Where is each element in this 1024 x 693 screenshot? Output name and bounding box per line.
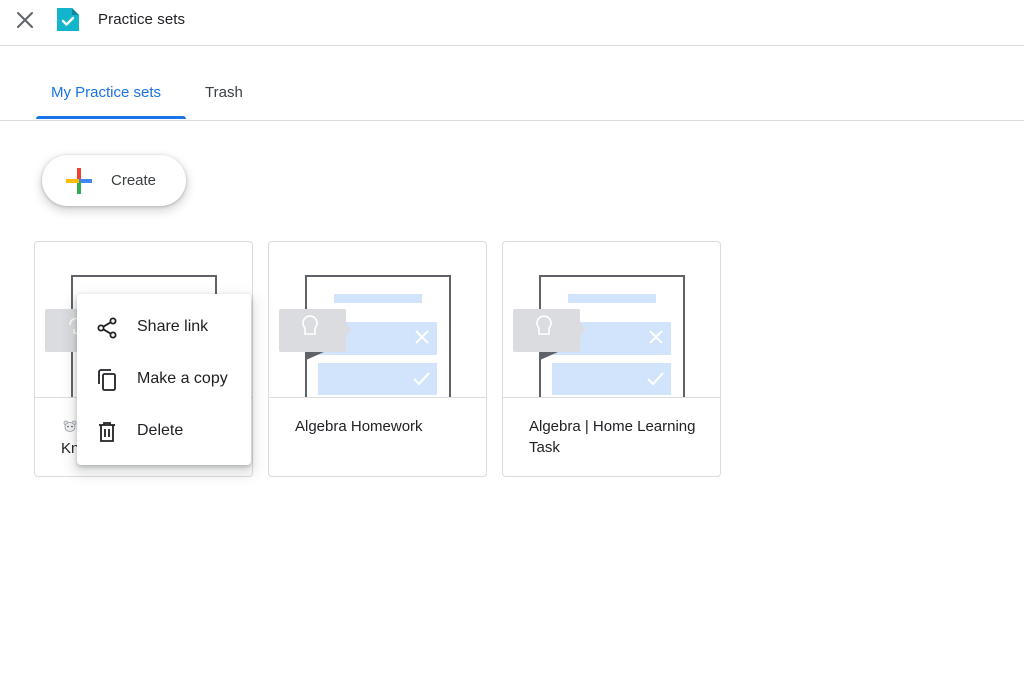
card-thumbnail: [269, 242, 486, 398]
plus-icon: [66, 168, 92, 194]
practice-set-thumbnail-icon: [279, 275, 451, 397]
close-button[interactable]: [12, 7, 38, 33]
tab-bar: My Practice sets Trash: [0, 46, 1024, 121]
active-tab-indicator: [36, 116, 186, 119]
card-context-menu: Share link Make a copy Delete: [77, 294, 251, 465]
trash-icon: [99, 422, 115, 442]
create-button[interactable]: Create: [42, 155, 186, 206]
card-title: Algebra Homework: [295, 418, 423, 435]
menu-item-label: Make a copy: [137, 370, 228, 387]
tab-my-practice-sets[interactable]: My Practice sets: [51, 84, 161, 101]
card-title: Algebra | Home Learning Task: [529, 418, 696, 456]
app-title: Practice sets: [98, 11, 186, 28]
practice-set-thumbnail-icon: [513, 275, 685, 397]
copy-icon: [98, 369, 116, 391]
bear-emoji-icon: [63, 420, 77, 432]
card-thumbnail: [503, 242, 720, 398]
menu-item-delete[interactable]: Delete: [77, 406, 251, 458]
menu-item-make-a-copy[interactable]: Make a copy: [77, 354, 251, 406]
practice-set-card[interactable]: Algebra | Home Learning Task: [502, 241, 721, 477]
create-button-label: Create: [111, 172, 157, 189]
app-header: Practice sets: [0, 0, 1024, 46]
menu-item-label: Delete: [137, 422, 184, 439]
menu-item-label: Share link: [137, 318, 209, 335]
tab-trash[interactable]: Trash: [205, 84, 243, 101]
practice-set-card[interactable]: Algebra Homework: [268, 241, 487, 477]
practice-sets-logo-icon: [57, 8, 79, 31]
menu-item-share-link[interactable]: Share link: [77, 302, 251, 354]
share-icon: [97, 317, 117, 339]
close-icon: [17, 12, 33, 28]
